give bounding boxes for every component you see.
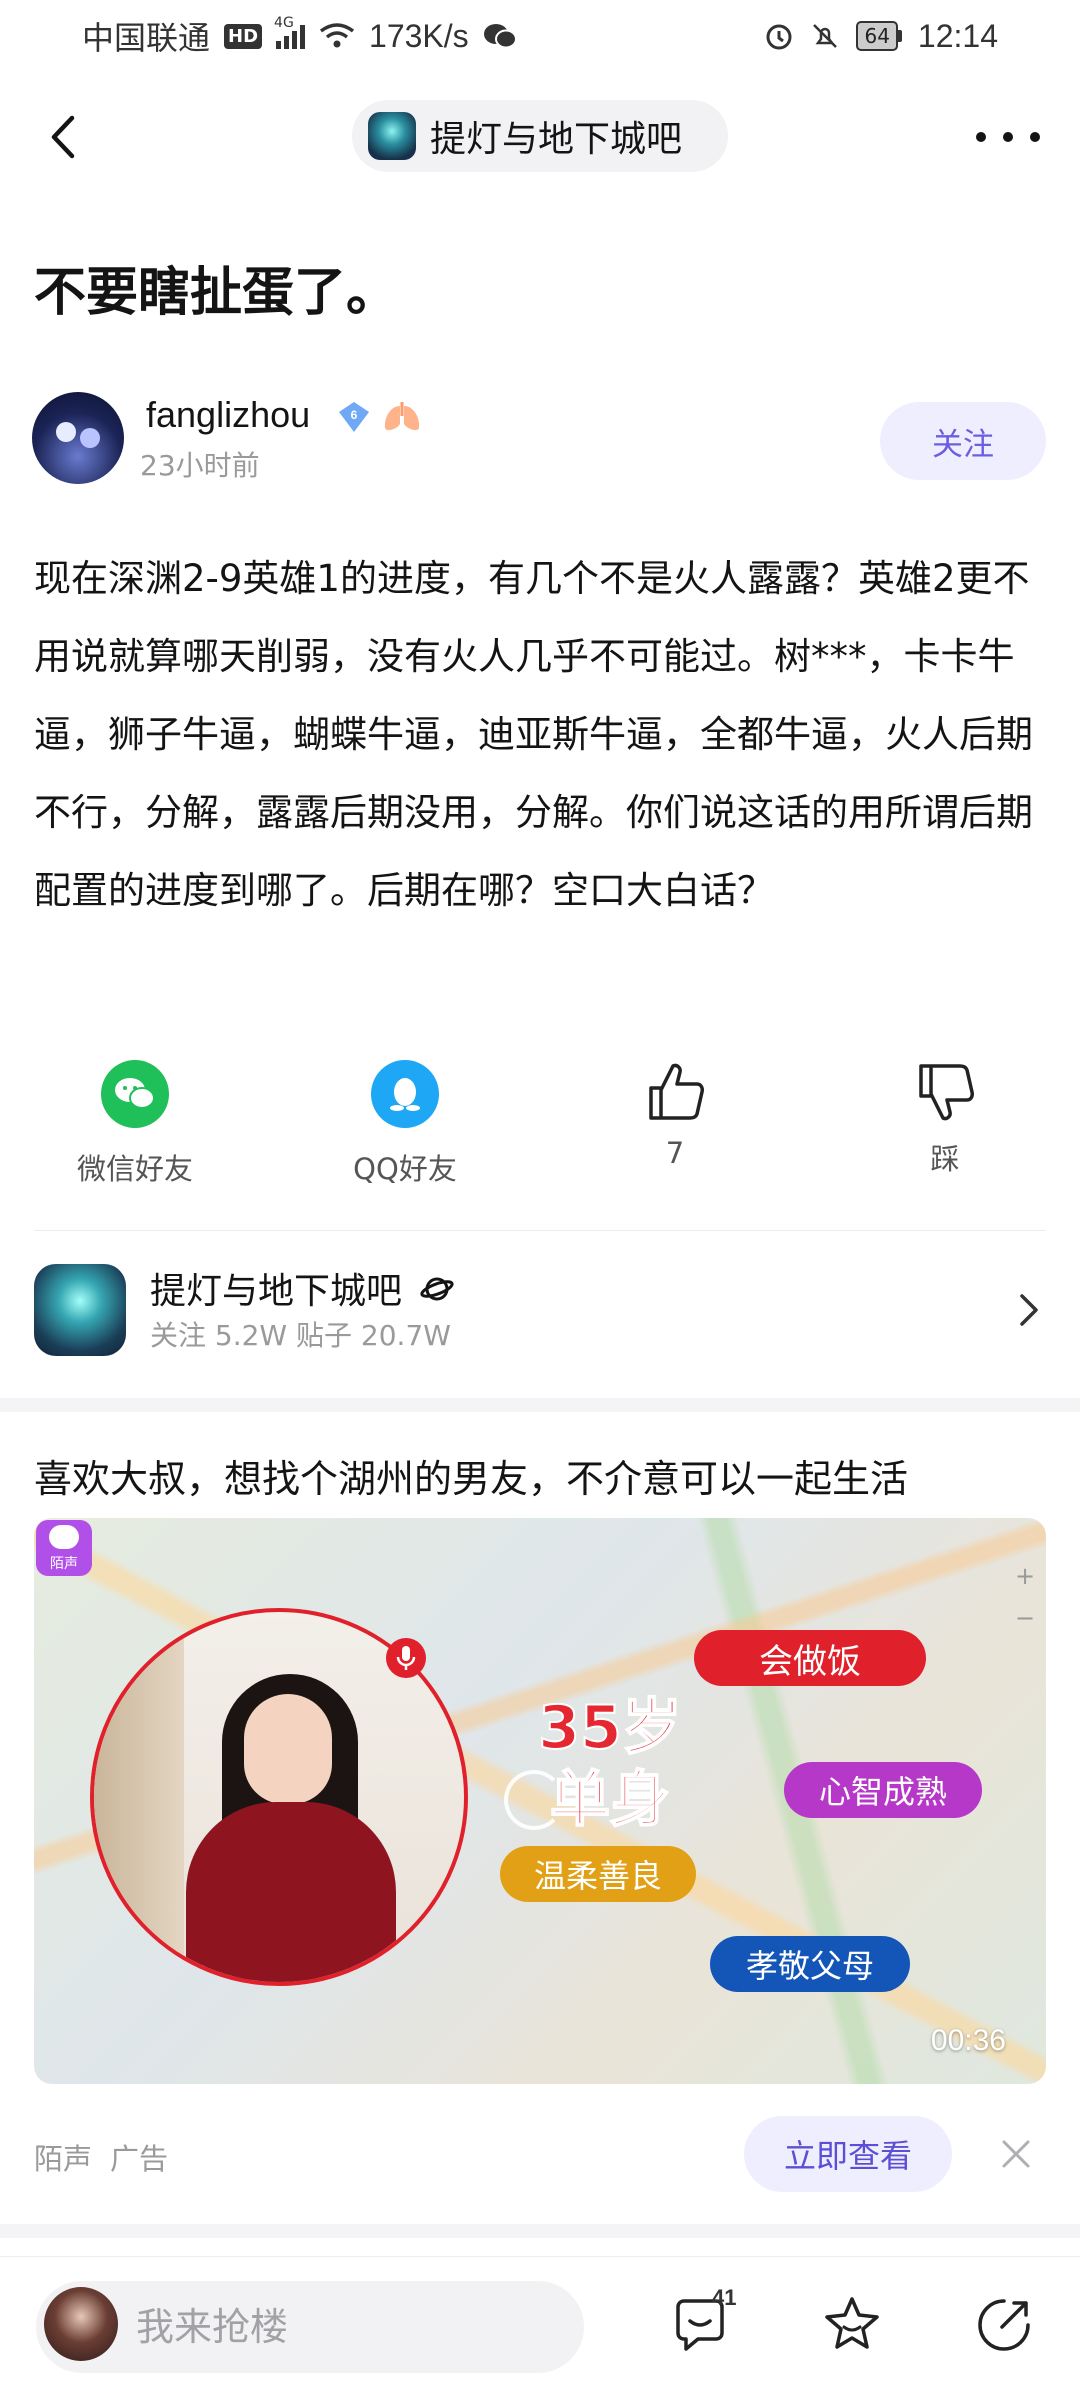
alarm-icon xyxy=(766,24,792,50)
action-bar: 微信好友 QQ好友 7 踩 xyxy=(0,1060,1080,1190)
thumbs-up-icon xyxy=(649,1063,704,1120)
ad-tag: 心智成熟 xyxy=(784,1762,982,1818)
signal-icon: 4G xyxy=(274,15,306,49)
author-avatar[interactable] xyxy=(32,392,124,484)
ad-tag: 孝敬父母 xyxy=(710,1936,910,1992)
ad-title[interactable]: 喜欢大叔，想找个湖州的男友，不介意可以一起生活 xyxy=(34,1448,908,1503)
ad-source: 陌声 xyxy=(34,2142,93,2176)
like-count: 7 xyxy=(665,1136,685,1170)
svg-text:6: 6 xyxy=(351,408,358,422)
forum-card-name: 提灯与地下城吧 xyxy=(150,1262,455,1314)
battery-level: 64 xyxy=(856,21,898,51)
close-icon[interactable] xyxy=(996,2134,1036,2174)
post-time: 23小时前 xyxy=(140,449,260,482)
network-speed: 173K/s xyxy=(369,17,469,54)
like-button[interactable]: 7 xyxy=(575,1060,775,1170)
thumbs-down-icon xyxy=(919,1064,974,1121)
ad-tag: 温柔善良 xyxy=(500,1846,696,1902)
ad-meta: 陌声 广告 xyxy=(34,2136,168,2178)
author-name[interactable]: fanglizhou xyxy=(146,394,310,436)
carrier-label: 中国联通 xyxy=(82,19,211,57)
share-qq-button[interactable]: QQ好友 xyxy=(305,1060,505,1188)
more-icon[interactable] xyxy=(976,122,1040,152)
section-separator xyxy=(0,2224,1080,2238)
section-separator xyxy=(0,1398,1080,1412)
back-icon[interactable] xyxy=(40,112,90,162)
forum-card-stats: 关注 5.2W 贴子 20.7W xyxy=(150,1319,451,1352)
wechat-notification-icon xyxy=(483,24,517,49)
forum-card-thumbnail xyxy=(34,1264,126,1356)
share-icon[interactable] xyxy=(972,2293,1036,2357)
qq-icon xyxy=(371,1060,439,1128)
share-wechat-button[interactable]: 微信好友 xyxy=(35,1060,235,1188)
favorite-star-icon[interactable] xyxy=(820,2293,884,2357)
mute-icon xyxy=(813,24,838,48)
forum-card-title: 提灯与地下城吧 xyxy=(150,1271,403,1312)
clock: 12:14 xyxy=(917,17,998,54)
view-now-button[interactable]: 立即查看 xyxy=(744,2116,952,2192)
divider xyxy=(34,1230,1046,1231)
ad-headline-age: 35岁 xyxy=(537,1692,683,1764)
level-badge-icon: 6 xyxy=(339,402,369,432)
map-zoom-controls: + − xyxy=(1014,1562,1036,1632)
forum-thumbnail xyxy=(368,112,416,160)
forum-chip-label: 提灯与地下城吧 xyxy=(430,119,683,160)
follow-button[interactable]: 关注 xyxy=(880,402,1046,480)
video-duration: 00:36 xyxy=(930,2024,1006,2057)
network-type: 4G xyxy=(274,15,294,31)
ad-label: 广告 xyxy=(110,2142,169,2176)
wifi-icon xyxy=(319,23,355,48)
dislike-label: 踩 xyxy=(930,1142,960,1176)
comment-count: 41 xyxy=(712,2285,737,2310)
ad-tag: 会做饭 xyxy=(694,1630,926,1686)
bottom-bar: 41 xyxy=(0,2256,1080,2400)
status-bar: 中国联通 HD 4G 173K/s 64 12:14 xyxy=(0,0,1080,72)
reply-input[interactable] xyxy=(36,2281,584,2373)
share-qq-label: QQ好友 xyxy=(353,1152,457,1186)
post-title: 不要瞎扯蛋了。 xyxy=(34,263,399,323)
wechat-icon xyxy=(101,1060,169,1128)
ad-app-logo-text: 陌声 xyxy=(50,1556,78,1572)
battery-icon: 64 xyxy=(856,21,902,51)
loading-spinner-icon xyxy=(504,1770,564,1830)
ad-app-logo: 陌声 xyxy=(36,1520,92,1576)
ad-video[interactable]: 陌声 + − 35岁 单身 会做饭 心智成熟 温柔善良 孝敬父母 00:36 xyxy=(34,1518,1046,2084)
share-wechat-label: 微信好友 xyxy=(76,1152,193,1186)
chevron-right-icon xyxy=(1020,1294,1038,1326)
hd-badge: HD xyxy=(224,23,263,49)
mic-icon xyxy=(386,1638,426,1678)
user-avatar xyxy=(44,2287,118,2361)
top-nav: 提灯与地下城吧 xyxy=(0,92,1080,182)
dislike-button[interactable]: 踩 xyxy=(845,1060,1045,1178)
lungs-badge-icon xyxy=(384,402,420,431)
forum-chip[interactable]: 提灯与地下城吧 xyxy=(352,100,728,172)
post-body: 现在深渊2-9英雄1的进度，有几个不是火人露露？英雄2更不用说就算哪天削弱，没有… xyxy=(34,557,1033,912)
planet-icon xyxy=(420,1277,455,1301)
forum-card[interactable]: 提灯与地下城吧 关注 5.2W 贴子 20.7W xyxy=(34,1262,1050,1358)
